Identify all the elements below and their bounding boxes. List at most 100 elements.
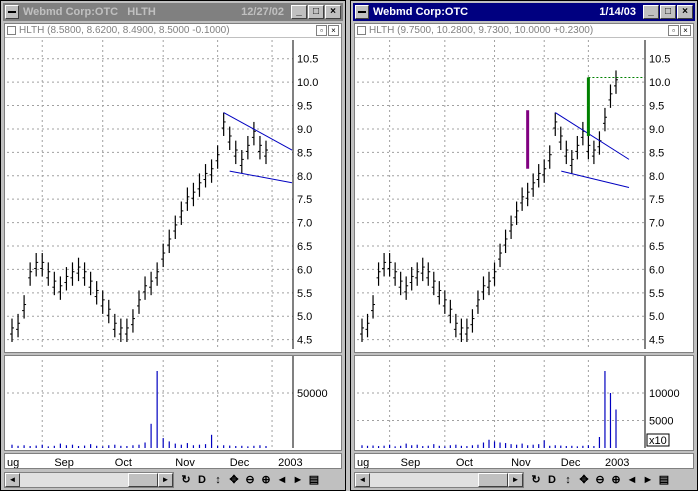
price-tick-label: 8.5 <box>649 147 664 159</box>
price-pane[interactable]: HLTH (8.5800, 8.6200, 8.4900, 8.5000 -0.… <box>4 23 342 353</box>
horizontal-scrollbar[interactable]: ◄ ► <box>354 471 524 488</box>
price-tick-label: 5.0 <box>297 311 312 323</box>
navigation-bar: ◄ ► ↻ D ↕ ✥ ⊖ ⊕ ◄ ► ▤ <box>4 471 342 488</box>
price-tick-label: 9.5 <box>649 101 664 113</box>
price-bar <box>553 112 558 136</box>
price-bar <box>453 313 458 338</box>
maximize-button[interactable]: □ <box>660 5 676 19</box>
pan-icon[interactable]: ✥ <box>226 472 242 488</box>
volume-chart: 10000 5000 x10 <box>357 356 680 448</box>
price-bar <box>415 262 420 286</box>
price-chart: 10.5 10.0 9.5 9.0 8.5 8.0 7.5 7.0 6.5 6.0 5.5 5.0 4.… <box>357 40 670 349</box>
period-d-button[interactable]: D <box>544 472 560 488</box>
price-bar <box>531 173 536 197</box>
price-bar <box>155 262 160 286</box>
window-date: 12/27/02 <box>241 6 284 18</box>
price-bar <box>149 271 154 296</box>
price-tick-label: 6.0 <box>649 264 664 276</box>
price-tick-label: 5.0 <box>649 311 664 323</box>
chart-window-left[interactable]: Webmd Corp:OTC HLTH 12/27/02 _ □ × HLTH … <box>0 0 346 491</box>
vertical-move-icon[interactable]: ↕ <box>560 472 576 488</box>
close-button[interactable]: × <box>325 5 341 19</box>
price-bar <box>34 253 39 277</box>
price-bar <box>498 243 503 268</box>
price-pane[interactable]: HLTH (9.7500, 10.2800, 9.7300, 10.0000 +… <box>354 23 694 353</box>
zoom-in-icon[interactable]: ⊕ <box>258 472 274 488</box>
price-bar <box>209 159 214 183</box>
scroll-right-icon[interactable]: ► <box>508 472 523 487</box>
price-bar <box>28 262 33 286</box>
next-icon[interactable]: ► <box>640 472 656 488</box>
month-label: ug <box>7 457 19 468</box>
price-bar <box>542 159 547 183</box>
prev-icon[interactable]: ◄ <box>624 472 640 488</box>
price-bar <box>167 229 172 254</box>
price-bar <box>257 135 262 160</box>
price-bar <box>64 267 69 291</box>
price-bar <box>387 253 392 277</box>
price-bar <box>487 271 491 296</box>
horizontal-scrollbar[interactable]: ◄ ► <box>4 471 174 488</box>
price-bar <box>124 318 129 342</box>
page-icon[interactable]: ▤ <box>306 472 322 488</box>
date-axis-labels: ug Sep Oct Nov Dec 2003 <box>7 457 303 468</box>
navigation-bar: ◄ ► ↻ D ↕ ✥ ⊖ ⊕ ◄ ► ▤ <box>354 471 694 488</box>
price-bar <box>118 318 123 342</box>
price-chart: 10.5 10.0 9.5 9.0 8.5 8.0 7.5 7.0 6.5 6.0 5.5 5.0 4.… <box>7 40 318 349</box>
page-icon[interactable]: ▤ <box>656 472 672 488</box>
scroll-thumb[interactable] <box>478 472 508 487</box>
price-bar <box>52 271 57 296</box>
lower-trendline <box>561 170 630 188</box>
month-label: Sep <box>401 457 421 468</box>
month-label: Nov <box>175 457 195 468</box>
price-bar <box>602 107 607 132</box>
window-title-bar[interactable]: Webmd Corp:OTC 1/14/03 _ □ × <box>353 3 695 21</box>
price-bar <box>22 295 27 319</box>
scroll-right-icon[interactable]: ► <box>158 472 173 487</box>
period-d-button[interactable]: D <box>194 472 210 488</box>
maximize-button[interactable]: □ <box>308 5 324 19</box>
price-tick-label: 8.0 <box>649 171 664 183</box>
price-bar <box>558 126 563 151</box>
zoom-in-icon[interactable]: ⊕ <box>608 472 624 488</box>
minimize-button[interactable]: _ <box>643 5 659 19</box>
price-bar <box>464 318 469 342</box>
price-bar <box>547 145 552 169</box>
price-bar <box>382 253 387 277</box>
next-icon[interactable]: ► <box>290 472 306 488</box>
chart-window-right[interactable]: Webmd Corp:OTC 1/14/03 _ □ × HLTH (9.750… <box>350 0 698 491</box>
price-bar <box>239 150 244 174</box>
scroll-left-icon[interactable]: ◄ <box>355 472 370 487</box>
price-tick-label: 10.0 <box>297 77 318 89</box>
close-button[interactable]: × <box>677 5 693 19</box>
scroll-left-icon[interactable]: ◄ <box>5 472 20 487</box>
price-bar <box>481 276 486 300</box>
price-bar <box>16 313 21 338</box>
prev-icon[interactable]: ◄ <box>274 472 290 488</box>
system-menu-icon[interactable] <box>355 5 369 19</box>
volume-pane[interactable]: 10000 5000 x10 <box>354 355 694 451</box>
price-bar <box>221 112 226 136</box>
vertical-move-icon[interactable]: ↕ <box>210 472 226 488</box>
pan-icon[interactable]: ✥ <box>576 472 592 488</box>
price-bar <box>203 164 208 188</box>
zoom-out-icon[interactable]: ⊖ <box>592 472 608 488</box>
volume-pane[interactable]: 50000 <box>4 355 342 451</box>
price-bar <box>161 243 166 268</box>
window-title-bar[interactable]: Webmd Corp:OTC HLTH 12/27/02 _ □ × <box>3 3 343 21</box>
volume-tick-label: 50000 <box>297 388 328 400</box>
system-menu-icon[interactable] <box>5 5 19 19</box>
price-tick-label: 5.5 <box>297 288 312 300</box>
scroll-thumb[interactable] <box>128 472 158 487</box>
refresh-icon[interactable]: ↻ <box>178 472 194 488</box>
minimize-button[interactable]: _ <box>291 5 307 19</box>
price-bar <box>525 182 530 207</box>
month-label: Oct <box>115 457 132 468</box>
price-bar <box>88 271 93 296</box>
month-label: 2003 <box>605 457 629 468</box>
refresh-icon[interactable]: ↻ <box>528 472 544 488</box>
month-label: 2003 <box>278 457 302 468</box>
zoom-out-icon[interactable]: ⊖ <box>242 472 258 488</box>
window-date: 1/14/03 <box>599 6 636 18</box>
price-bar <box>580 121 585 146</box>
